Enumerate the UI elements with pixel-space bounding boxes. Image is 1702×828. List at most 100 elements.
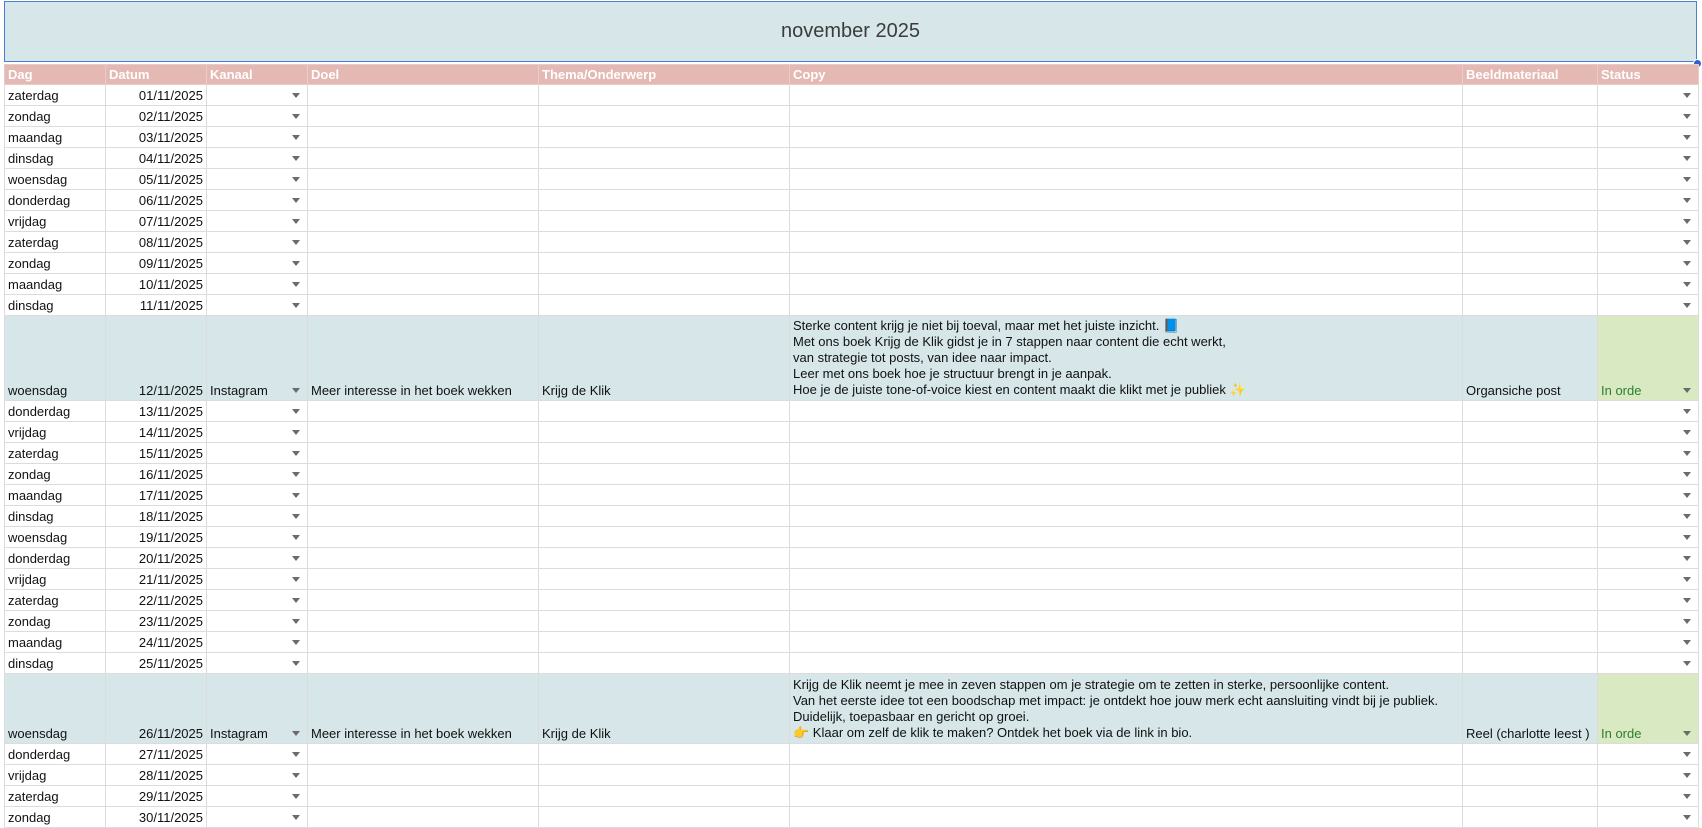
- chevron-down-icon[interactable]: [292, 556, 300, 561]
- cell-doel[interactable]: [307, 84, 539, 106]
- cell-datum[interactable]: 20/11/2025: [105, 547, 207, 569]
- cell-doel[interactable]: [307, 463, 539, 485]
- chevron-down-icon[interactable]: [292, 514, 300, 519]
- cell-beeldmateriaal[interactable]: [1462, 568, 1598, 590]
- cell-beeldmateriaal[interactable]: [1462, 400, 1598, 422]
- cell-doel[interactable]: [307, 631, 539, 653]
- chevron-down-icon[interactable]: [292, 598, 300, 603]
- cell-datum[interactable]: 02/11/2025: [105, 105, 207, 127]
- cell-status[interactable]: [1597, 294, 1699, 316]
- cell-thema[interactable]: [538, 147, 790, 169]
- cell-kanaal[interactable]: [206, 168, 308, 190]
- cell-status[interactable]: [1597, 484, 1699, 506]
- cell-copy[interactable]: [789, 463, 1463, 485]
- chevron-down-icon[interactable]: [292, 114, 300, 119]
- chevron-down-icon[interactable]: [292, 619, 300, 624]
- cell-kanaal[interactable]: [206, 400, 308, 422]
- cell-thema[interactable]: [538, 484, 790, 506]
- cell-beeldmateriaal[interactable]: [1462, 168, 1598, 190]
- header-copy[interactable]: Copy: [789, 64, 1463, 85]
- chevron-down-icon[interactable]: [1683, 815, 1691, 820]
- cell-status[interactable]: [1597, 105, 1699, 127]
- cell-kanaal[interactable]: [206, 294, 308, 316]
- cell-copy[interactable]: [789, 273, 1463, 295]
- chevron-down-icon[interactable]: [1683, 261, 1691, 266]
- chevron-down-icon[interactable]: [292, 282, 300, 287]
- cell-dag[interactable]: maandag: [4, 273, 106, 295]
- cell-copy[interactable]: [789, 168, 1463, 190]
- cell-doel[interactable]: [307, 210, 539, 232]
- cell-doel[interactable]: [307, 126, 539, 148]
- cell-thema[interactable]: [538, 568, 790, 590]
- chevron-down-icon[interactable]: [292, 661, 300, 666]
- chevron-down-icon[interactable]: [292, 577, 300, 582]
- cell-thema[interactable]: [538, 785, 790, 807]
- cell-status[interactable]: [1597, 610, 1699, 632]
- cell-beeldmateriaal[interactable]: [1462, 189, 1598, 211]
- cell-copy[interactable]: Krijg de Klik neemt je mee in zeven stap…: [789, 673, 1463, 744]
- chevron-down-icon[interactable]: [292, 135, 300, 140]
- cell-datum[interactable]: 22/11/2025: [105, 589, 207, 611]
- chevron-down-icon[interactable]: [292, 261, 300, 266]
- cell-copy[interactable]: [789, 526, 1463, 548]
- chevron-down-icon[interactable]: [292, 535, 300, 540]
- cell-beeldmateriaal[interactable]: [1462, 785, 1598, 807]
- chevron-down-icon[interactable]: [292, 198, 300, 203]
- header-dag[interactable]: Dag: [4, 64, 106, 85]
- cell-doel[interactable]: [307, 743, 539, 765]
- cell-copy[interactable]: [789, 589, 1463, 611]
- cell-datum[interactable]: 29/11/2025: [105, 785, 207, 807]
- cell-doel[interactable]: Meer interesse in het boek wekken: [307, 315, 539, 401]
- cell-dag[interactable]: vrijdag: [4, 764, 106, 786]
- cell-datum[interactable]: 21/11/2025: [105, 568, 207, 590]
- cell-doel[interactable]: [307, 273, 539, 295]
- chevron-down-icon[interactable]: [1683, 303, 1691, 308]
- cell-datum[interactable]: 01/11/2025: [105, 84, 207, 106]
- cell-status[interactable]: [1597, 421, 1699, 443]
- cell-beeldmateriaal[interactable]: [1462, 547, 1598, 569]
- cell-beeldmateriaal[interactable]: Reel (charlotte leest ): [1462, 673, 1598, 744]
- header-kanaal[interactable]: Kanaal: [206, 64, 308, 85]
- cell-dag[interactable]: vrijdag: [4, 210, 106, 232]
- cell-datum[interactable]: 16/11/2025: [105, 463, 207, 485]
- chevron-down-icon[interactable]: [1683, 752, 1691, 757]
- cell-datum[interactable]: 07/11/2025: [105, 210, 207, 232]
- chevron-down-icon[interactable]: [292, 493, 300, 498]
- chevron-down-icon[interactable]: [1683, 430, 1691, 435]
- chevron-down-icon[interactable]: [1683, 640, 1691, 645]
- cell-kanaal[interactable]: [206, 568, 308, 590]
- cell-dag[interactable]: woensdag: [4, 168, 106, 190]
- cell-beeldmateriaal[interactable]: [1462, 589, 1598, 611]
- cell-thema[interactable]: [538, 652, 790, 674]
- chevron-down-icon[interactable]: [1683, 93, 1691, 98]
- cell-copy[interactable]: [789, 764, 1463, 786]
- chevron-down-icon[interactable]: [292, 303, 300, 308]
- chevron-down-icon[interactable]: [1683, 661, 1691, 666]
- cell-doel[interactable]: [307, 294, 539, 316]
- cell-dag[interactable]: dinsdag: [4, 652, 106, 674]
- cell-dag[interactable]: zaterdag: [4, 785, 106, 807]
- cell-thema[interactable]: [538, 442, 790, 464]
- chevron-down-icon[interactable]: [1683, 114, 1691, 119]
- merged-title-cell[interactable]: november 2025: [4, 1, 1697, 62]
- cell-doel[interactable]: [307, 806, 539, 828]
- chevron-down-icon[interactable]: [292, 177, 300, 182]
- cell-doel[interactable]: [307, 421, 539, 443]
- cell-status[interactable]: [1597, 806, 1699, 828]
- cell-status[interactable]: [1597, 743, 1699, 765]
- cell-thema[interactable]: [538, 463, 790, 485]
- cell-copy[interactable]: [789, 631, 1463, 653]
- cell-doel[interactable]: [307, 764, 539, 786]
- cell-kanaal[interactable]: [206, 785, 308, 807]
- cell-kanaal[interactable]: [206, 764, 308, 786]
- cell-dag[interactable]: dinsdag: [4, 294, 106, 316]
- cell-copy[interactable]: [789, 189, 1463, 211]
- cell-kanaal[interactable]: [206, 631, 308, 653]
- cell-thema[interactable]: [538, 610, 790, 632]
- cell-status[interactable]: [1597, 84, 1699, 106]
- cell-datum[interactable]: 14/11/2025: [105, 421, 207, 443]
- cell-datum[interactable]: 15/11/2025: [105, 442, 207, 464]
- cell-beeldmateriaal[interactable]: [1462, 743, 1598, 765]
- cell-thema[interactable]: Krijg de Klik: [538, 315, 790, 401]
- cell-doel[interactable]: [307, 231, 539, 253]
